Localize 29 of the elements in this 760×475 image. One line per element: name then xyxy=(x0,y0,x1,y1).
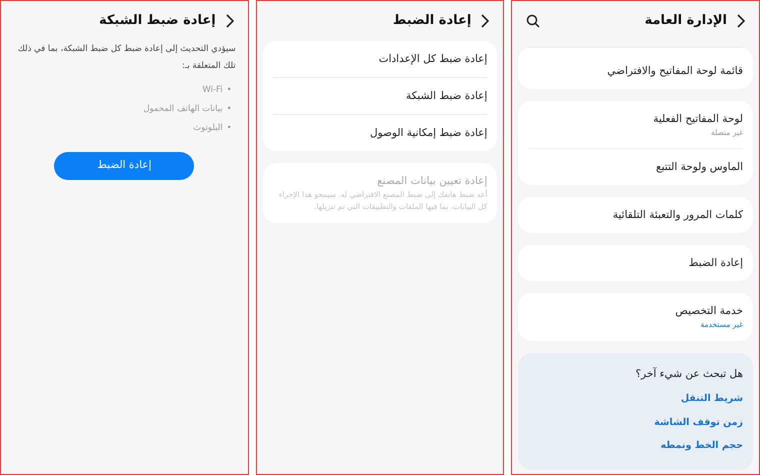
back-icon[interactable] xyxy=(479,14,490,28)
suggestion-link[interactable]: شريط التنقل xyxy=(528,392,744,406)
suggestion-link[interactable]: حجم الخط ونمطه xyxy=(528,438,744,453)
reset-button[interactable]: إعادة الضبط xyxy=(54,152,194,180)
back-icon[interactable] xyxy=(735,14,746,28)
suggestions-heading: هل تبحث عن شيء آخر؟ xyxy=(634,366,744,382)
bullet-item: البلوتوث xyxy=(193,122,223,135)
settings-item[interactable]: إعادة ضبط إمكانية الوصول xyxy=(272,125,488,141)
bullet-mark: • xyxy=(226,103,232,116)
suggestion-link[interactable]: زمن توقف الشاشة xyxy=(528,416,744,430)
settings-item[interactable]: إعادة ضبط كل الإعدادات xyxy=(272,51,488,67)
description-text: سيؤدي التحديث إلى إعادة ضبط كل ضبط الشبكة، بما في ذلك تلك المتعلقة بـ: xyxy=(16,43,237,73)
screen-title: إعادة الضبط xyxy=(392,12,472,30)
settings-item[interactable]: الماوس ولوحة التتبع xyxy=(528,159,744,176)
settings-item[interactable]: قائمة لوحة المفاتيح والافتراضي xyxy=(528,63,744,79)
settings-item[interactable]: إعادة الضبط xyxy=(528,255,744,272)
settings-item: إعادة تعيين بيانات المصنع xyxy=(376,174,488,189)
settings-item[interactable]: كلمات المرور والتعبئة التلقائية xyxy=(528,207,744,224)
bullet-mark: • xyxy=(226,122,232,135)
screen-title: إعادة ضبط الشبكة xyxy=(98,12,216,30)
settings-item[interactable]: لوحة المفاتيح الفعلية xyxy=(528,111,744,127)
search-icon[interactable] xyxy=(526,14,540,28)
bullet-item: Wi-Fi xyxy=(202,84,223,97)
back-icon[interactable] xyxy=(224,14,234,28)
bullet-mark: • xyxy=(226,84,232,97)
settings-item[interactable]: إعادة ضبط الشبكة xyxy=(272,88,488,104)
settings-item[interactable]: خدمة التخصيص xyxy=(528,303,744,320)
bullet-item: بيانات الهاتف المحمول xyxy=(143,103,223,116)
screen-title: الإدارة العامة xyxy=(644,12,728,30)
